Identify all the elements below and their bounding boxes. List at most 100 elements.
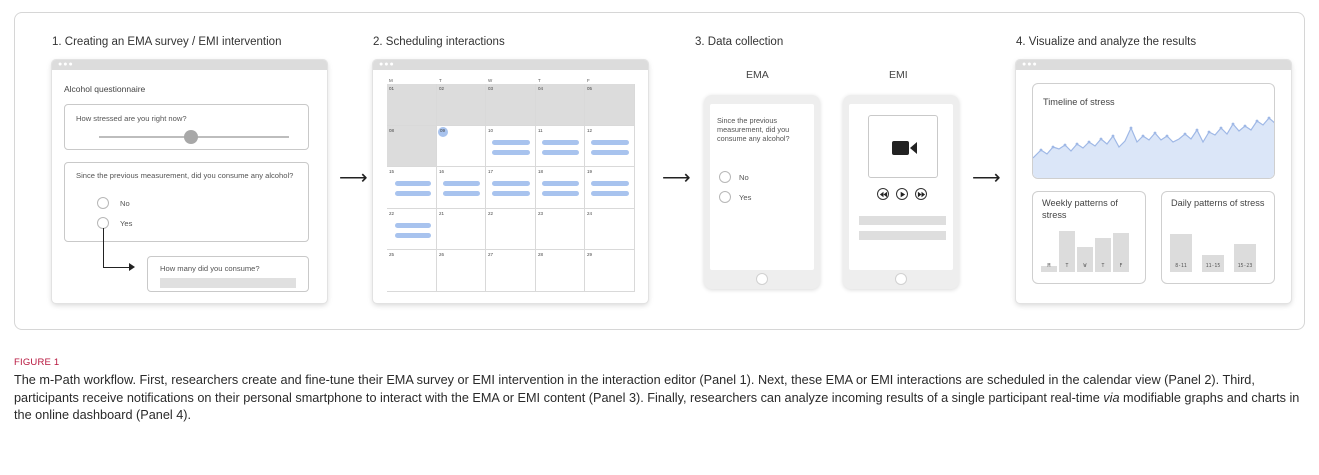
scheduled-event[interactable]: [542, 140, 579, 145]
scheduled-event[interactable]: [443, 181, 480, 186]
calendar-day[interactable]: 27: [486, 250, 536, 292]
calendar-day[interactable]: 03: [486, 84, 536, 126]
window-controls-icon: ●●●: [379, 61, 395, 68]
day-number: 05: [587, 86, 593, 91]
scheduled-event[interactable]: [591, 150, 629, 155]
day-number: 28: [538, 252, 544, 257]
figure-caption: The m-Path workflow. First, researchers …: [14, 372, 1306, 425]
day-number: 12: [587, 128, 593, 133]
bar-tick-label: T: [1101, 264, 1105, 269]
radio-no-label: No: [120, 199, 130, 208]
scheduled-event[interactable]: [395, 191, 431, 196]
scheduled-event[interactable]: [492, 191, 530, 196]
content-placeholder-line: [859, 216, 946, 225]
day-number: 02: [439, 86, 445, 91]
calendar-day[interactable]: 01: [387, 84, 437, 126]
amount-input[interactable]: [160, 278, 296, 288]
radio-no[interactable]: [97, 197, 109, 209]
calendar-day[interactable]: 21: [437, 209, 486, 250]
calendar-day[interactable]: 19: [585, 167, 635, 209]
calendar-day[interactable]: 18: [536, 167, 585, 209]
play-button[interactable]: [896, 188, 908, 200]
calendar-day[interactable]: 04: [536, 84, 585, 126]
caption-text-part-1: The m-Path workflow. First, researchers …: [14, 373, 1255, 405]
calendar-day[interactable]: 05: [585, 84, 635, 126]
bar-tick-label: T: [1065, 264, 1069, 269]
scheduled-event[interactable]: [395, 223, 431, 228]
calendar-day[interactable]: 02: [437, 84, 486, 126]
day-number: 09: [440, 128, 446, 133]
scheduled-event[interactable]: [492, 150, 530, 155]
scheduled-event[interactable]: [591, 140, 629, 145]
question-text: How many did you consume?: [160, 264, 260, 273]
timeline-card: Timeline of stress: [1032, 83, 1275, 179]
scheduled-event[interactable]: [542, 150, 579, 155]
calendar-window: ●●● M T W T F 01 02 03 04 05 08 09 10 11…: [373, 60, 648, 303]
weekly-patterns-card: Weekly patterns of stress M T W T F: [1032, 191, 1146, 284]
video-camera-icon: [892, 141, 917, 155]
panel-1-title: 1. Creating an EMA survey / EMI interven…: [52, 36, 282, 48]
calendar-day[interactable]: 22: [387, 209, 437, 250]
timeline-point: [1243, 124, 1247, 128]
calendar-day[interactable]: 08: [387, 126, 437, 167]
scheduled-event[interactable]: [395, 181, 431, 186]
bar-tick-label: M: [1047, 264, 1051, 269]
phone-home-button[interactable]: [895, 273, 907, 285]
fast-forward-icon: [917, 191, 925, 197]
stress-slider-thumb[interactable]: [184, 130, 198, 144]
radio-yes-label: Yes: [739, 193, 752, 202]
day-number: 08: [389, 128, 395, 133]
rewind-button[interactable]: [877, 188, 889, 200]
calendar-day[interactable]: 24: [585, 209, 635, 250]
day-number: 29: [587, 252, 593, 257]
bar-tick-label: 8-11: [1175, 264, 1187, 269]
scheduled-event[interactable]: [542, 191, 579, 196]
timeline-point: [1141, 134, 1145, 138]
arrow-right-icon: ⟶: [662, 167, 691, 189]
bar-tick-label: 11-15: [1205, 264, 1221, 269]
calendar-day[interactable]: 11: [536, 126, 585, 167]
calendar-day[interactable]: 12: [585, 126, 635, 167]
radio-yes-label: Yes: [120, 219, 133, 228]
day-number: 19: [587, 169, 593, 174]
calendar-day[interactable]: 25: [387, 250, 437, 292]
radio-no[interactable]: [719, 171, 731, 183]
content-placeholder-line: [859, 231, 946, 240]
question-card-amount[interactable]: How many did you consume?: [147, 256, 309, 292]
scheduled-event[interactable]: [492, 181, 530, 186]
fast-forward-button[interactable]: [915, 188, 927, 200]
phone-home-button[interactable]: [756, 273, 768, 285]
timeline-point: [1075, 142, 1079, 146]
question-card-alcohol[interactable]: Since the previous measurement, did you …: [64, 162, 309, 242]
weekday-label: W: [488, 78, 493, 83]
calendar-day[interactable]: 23: [536, 209, 585, 250]
scheduled-event[interactable]: [591, 191, 629, 196]
calendar-day[interactable]: 22: [486, 209, 536, 250]
calendar-day[interactable]: 17: [486, 167, 536, 209]
calendar-day[interactable]: 26: [437, 250, 486, 292]
calendar-day[interactable]: 29: [585, 250, 635, 292]
calendar-day[interactable]: 16: [437, 167, 486, 209]
scheduled-event[interactable]: [492, 140, 530, 145]
weekday-label: F: [587, 78, 590, 83]
timeline-point: [1255, 119, 1259, 123]
calendar-day[interactable]: 15: [387, 167, 437, 209]
day-number: 16: [439, 169, 445, 174]
calendar-day[interactable]: 10: [486, 126, 536, 167]
emi-phone-screen: [849, 104, 953, 270]
timeline-point: [1051, 145, 1055, 149]
timeline-point: [1207, 130, 1211, 134]
scheduled-event[interactable]: [443, 191, 480, 196]
weekday-label: T: [439, 78, 442, 83]
radio-yes[interactable]: [719, 191, 731, 203]
day-number: 17: [488, 169, 494, 174]
video-player[interactable]: [868, 115, 938, 178]
scheduled-event[interactable]: [591, 181, 629, 186]
calendar-day[interactable]: 28: [536, 250, 585, 292]
scheduled-event[interactable]: [542, 181, 579, 186]
timeline-point: [1219, 126, 1223, 130]
question-card-stress[interactable]: How stressed are you right now?: [64, 104, 309, 150]
branch-connector-vertical: [103, 228, 104, 267]
calendar-day-today[interactable]: 09: [437, 126, 486, 167]
scheduled-event[interactable]: [395, 233, 431, 238]
